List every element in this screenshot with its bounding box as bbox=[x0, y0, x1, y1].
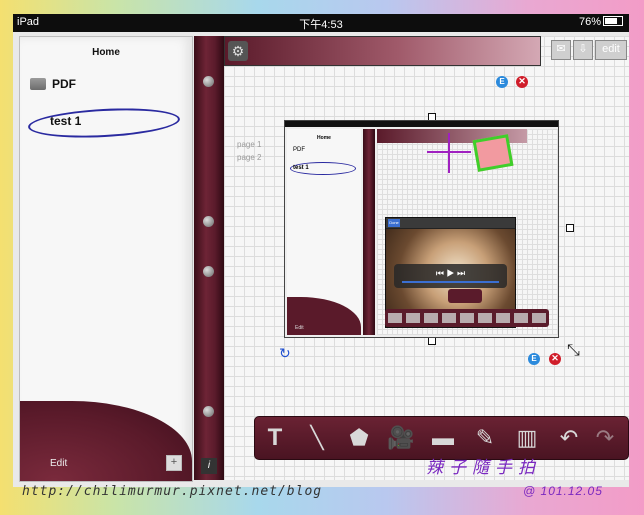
playback-controls[interactable]: ⏮ ▶ ⏭ bbox=[394, 264, 507, 279]
delete-badge-icon[interactable]: ✕ bbox=[549, 353, 561, 365]
info-button[interactable]: i bbox=[201, 458, 217, 474]
battery-indicator: 76% bbox=[579, 16, 623, 28]
volume-slider[interactable] bbox=[402, 281, 499, 283]
inner-sidebar: Home PDF test 1 Edit bbox=[287, 129, 361, 335]
rivet-icon bbox=[203, 266, 214, 277]
rivet-icon bbox=[203, 216, 214, 227]
pen-tool-icon[interactable]: ✎ bbox=[471, 425, 499, 451]
resize-handle[interactable] bbox=[566, 224, 574, 232]
resize-arrow-icon[interactable]: ⤡ bbox=[567, 342, 580, 360]
pentagon-tool-icon[interactable]: ⬟ bbox=[345, 425, 373, 451]
page-label-1[interactable]: page 1 bbox=[237, 140, 261, 149]
add-note-button[interactable]: + bbox=[166, 455, 182, 471]
inner-popup bbox=[448, 289, 482, 303]
video-done-button[interactable]: Done bbox=[388, 219, 400, 227]
rotate-icon[interactable]: ↻ bbox=[279, 345, 291, 362]
canvas-top-bar: ⚙ bbox=[224, 36, 541, 66]
folder-icon bbox=[30, 78, 46, 90]
sidebar-edit-button[interactable]: Edit bbox=[50, 458, 67, 469]
line-tool-icon[interactable]: ╲ bbox=[303, 425, 331, 451]
notebook-sidebar: Home PDF test 1 Edit + bbox=[19, 36, 193, 482]
inner-edit-label: Edit bbox=[295, 325, 304, 331]
sidebar-item-test-1[interactable]: test 1 bbox=[50, 114, 81, 128]
notebook-spine: i bbox=[194, 36, 224, 480]
status-bar: iPad 下午4:53 76% bbox=[13, 14, 629, 32]
photo-date: @ 101.12.05 bbox=[523, 484, 603, 498]
inner-item-pdf: PDF bbox=[293, 147, 305, 153]
crosshair-v bbox=[448, 133, 450, 173]
sidebar-title: Home bbox=[92, 47, 120, 58]
blog-watermark: http://chilimurmur.pixnet.net/blog bbox=[22, 484, 323, 499]
edit-badge-icon[interactable]: E bbox=[528, 353, 540, 365]
delete-badge-icon[interactable]: ✕ bbox=[516, 76, 528, 88]
ipad-screen: iPad 下午4:53 76% Home PDF test 1 Edit + i… bbox=[13, 14, 629, 487]
rivet-icon bbox=[203, 406, 214, 417]
status-time: 下午4:53 bbox=[299, 19, 343, 31]
battery-icon bbox=[603, 16, 623, 26]
edit-badge-icon[interactable]: E bbox=[496, 76, 508, 88]
text-tool-icon[interactable]: T bbox=[261, 425, 289, 451]
export-icon[interactable]: ⇩ bbox=[573, 40, 593, 60]
video-top-bar: Done bbox=[386, 218, 515, 228]
edit-button[interactable]: edit bbox=[595, 40, 627, 60]
mail-icon[interactable]: ✉ bbox=[551, 40, 571, 60]
piano-tool-icon[interactable]: ▥ bbox=[513, 425, 541, 451]
sidebar-item-label: PDF bbox=[52, 77, 76, 91]
inner-status-bar bbox=[285, 121, 558, 127]
video-controls[interactable]: ⏮ ▶ ⏭ bbox=[394, 264, 507, 288]
photographer-signature: 辣子隨手拍 bbox=[426, 458, 541, 477]
undo-icon[interactable]: ↶ bbox=[555, 425, 583, 451]
inner-toolbar bbox=[385, 309, 549, 327]
gear-icon[interactable]: ⚙ bbox=[228, 41, 248, 61]
pink-shape bbox=[472, 134, 514, 172]
rivet-icon bbox=[203, 76, 214, 87]
image-tool-icon[interactable]: ▬ bbox=[429, 425, 457, 451]
inner-title: Home bbox=[317, 135, 331, 141]
resize-handle[interactable] bbox=[428, 337, 436, 345]
page-label-2[interactable]: page 2 bbox=[237, 153, 261, 162]
inner-item-test: test 1 bbox=[293, 165, 309, 171]
sidebar-item-pdf[interactable]: PDF bbox=[30, 77, 76, 91]
redo-icon[interactable]: ↷ bbox=[591, 425, 619, 451]
battery-percent: 76% bbox=[578, 16, 601, 28]
embedded-screenshot[interactable]: Home PDF test 1 Edit Done ⏮ ▶ ⏭ bbox=[284, 120, 559, 338]
inner-spine bbox=[363, 129, 375, 335]
video-camera-icon[interactable]: 🎥 bbox=[387, 425, 415, 451]
sidebar-item-label: test 1 bbox=[50, 114, 82, 128]
grid-canvas[interactable]: ⚙ ✉ ⇩ edit E ✕ page 1 page 2 Home PDF te… bbox=[224, 36, 629, 480]
